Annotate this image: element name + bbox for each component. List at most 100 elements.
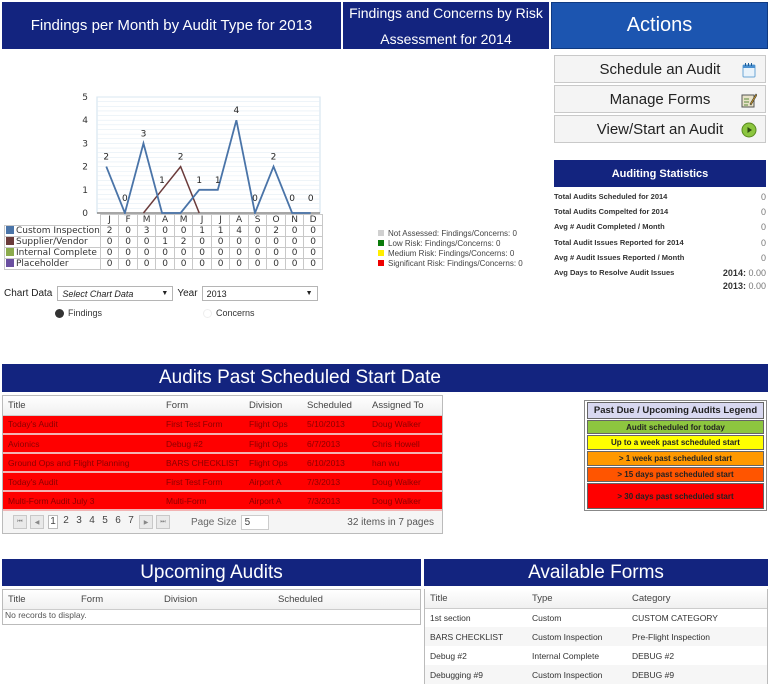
page-number-link[interactable]: 2 [61,515,71,529]
calendar-icon [742,63,756,78]
column-header[interactable]: Title [3,396,161,416]
table-cell-value: 2 [173,236,194,248]
pager: ⏮ ◀ 1234567 ▶ ⏭ Page Size 5 32 items in … [3,511,442,533]
table-cell-value: 2 [266,225,286,237]
table-row[interactable]: Debugging #9 Custom Inspection DEBUG #9 [425,665,767,684]
available-forms-grid: Title Type Category 1st section Custom CUSTO… [424,589,768,684]
page-number-link[interactable]: 5 [100,515,110,529]
legend-swatch [6,237,14,245]
table-cell-value: 0 [118,247,138,259]
view-start-audit-button[interactable]: View/Start an Audit [554,115,766,143]
schedule-audit-button[interactable]: Schedule an Audit [554,55,766,83]
table-cell-value: 0 [229,247,249,259]
table-cell: Custom [532,612,562,623]
column-header[interactable]: Type [527,589,627,609]
findings-radio[interactable]: Findings [55,308,102,318]
past-due-grid: Title Form Division Scheduled Assigned To To… [2,395,443,534]
table-cell-value: 0 [173,258,194,270]
available-forms-title: Available Forms [528,561,664,583]
column-header[interactable]: Scheduled [273,590,420,610]
page-number-link[interactable]: 3 [74,515,84,529]
column-header[interactable]: Scheduled [302,396,367,416]
page-number-link[interactable]: 6 [113,515,123,529]
year-select[interactable]: 2013 ▼ [201,286,318,301]
month-tick-label: J [192,214,212,226]
table-row[interactable]: Today's Audit First Test Form Airport A 7/3… [3,472,442,492]
page-number-link[interactable]: 4 [87,515,97,529]
column-header[interactable]: Title [425,589,527,609]
table-cell-value: 0 [210,247,231,259]
data-label: 1 [159,176,165,186]
legend-swatch [6,248,14,256]
y-tick-label: 1 [82,186,88,196]
column-header[interactable]: Form [76,590,159,610]
stat-row: Total Audit Issues Reported for 2014 0 [554,238,766,248]
table-cell: CUSTOM CATEGORY [632,612,718,623]
table-cell-value: 0 [210,258,231,270]
table-cell-value: 0 [99,247,120,259]
table-cell-value: 0 [136,258,157,270]
column-header[interactable]: Division [244,396,302,416]
table-cell-value: 0 [155,258,175,270]
table-row[interactable]: Today's Audit First Test Form Flight Ops 5/… [3,415,442,435]
table-cell: Avionics [3,434,161,454]
stat-value: 0 [760,207,766,218]
table-row[interactable]: 1st section Custom CUSTOM CATEGORY [425,608,767,627]
table-cell: First Test Form [161,472,244,492]
table-cell-value: 0 [284,247,305,259]
page-number-link[interactable]: 7 [126,515,136,529]
play-icon [741,122,757,138]
table-cell-value: 0 [229,258,249,270]
page-number-link[interactable]: 1 [48,515,58,529]
table-row[interactable]: BARS CHECKLIST Custom Inspection Pre-Fligh… [425,627,767,646]
table-row[interactable]: Avionics Debug #2 Flight Ops 6/7/2013 Chris … [3,434,442,454]
table-cell: Chris Howell [367,434,442,454]
chart-data-select[interactable]: Select Chart Data ▼ [57,286,174,301]
table-cell: Debug #2 [161,434,244,454]
table-cell: 5/10/2013 [302,415,367,435]
table-cell: 6/7/2013 [302,434,367,454]
risk-title-line2: Assessment for 2014 [380,30,512,47]
data-label: 3 [141,129,147,139]
table-cell: Multi-Form [161,491,244,511]
legend-item: Audit scheduled for today [587,420,764,434]
table-cell-value: 0 [247,247,268,259]
data-label: 2 [103,153,109,163]
table-row[interactable]: Multi-Form Audit July 3 Multi-Form Airport… [3,491,442,511]
next-page-button[interactable]: ▶ [139,515,153,529]
legend-title: Past Due / Upcoming Audits Legend [587,402,764,419]
stat-row: Total Audits Scheduled for 2014 0 [554,192,766,202]
table-row[interactable]: Debug #2 Internal Complete DEBUG #2 [425,646,767,665]
last-page-button[interactable]: ⏭ [156,515,170,529]
available-forms-table: Title Type Category 1st section Custom CUSTO… [425,589,767,684]
radio-selected-icon [55,308,64,318]
manage-forms-button[interactable]: Manage Forms [554,85,766,113]
table-cell: Airport A [244,472,302,492]
column-header[interactable]: Division [159,590,273,610]
column-header[interactable]: Assigned To [367,396,442,416]
table-cell-value: 0 [136,236,157,248]
table-cell: 6/10/2013 [302,453,367,473]
risk-title-line1: Findings and Concerns by Risk [349,4,543,21]
first-page-button[interactable]: ⏮ [13,515,27,529]
chart-data-select-value: Select Chart Data [62,288,134,299]
stat-value: 0 [760,237,766,248]
upcoming-audits-title: Upcoming Audits [140,561,283,583]
concerns-radio[interactable]: Concerns [203,308,255,318]
table-cell: Custom Inspection [527,665,627,684]
month-tick-label: D [303,214,323,226]
risk-legend-label: Medium Risk: Findings/Concerns: 0 [388,248,515,258]
legend-entry: Placeholder [4,258,101,270]
month-tick-label: J [210,214,231,226]
table-cell-value: 0 [266,258,286,270]
column-header[interactable]: Form [161,396,244,416]
prev-page-button[interactable]: ◀ [30,515,44,529]
column-header[interactable]: Category [627,589,767,609]
table-cell: Today's Audit [3,415,161,435]
auditing-statistics-title: Auditing Statistics [611,167,709,180]
table-cell: Debugging #9 [425,665,527,684]
table-cell: DEBUG #2 [632,650,675,661]
page-size-input[interactable]: 5 [240,514,269,530]
column-header[interactable]: Title [3,590,76,610]
table-row[interactable]: Ground Ops and Flight Planning BARS CHECK… [3,453,442,473]
